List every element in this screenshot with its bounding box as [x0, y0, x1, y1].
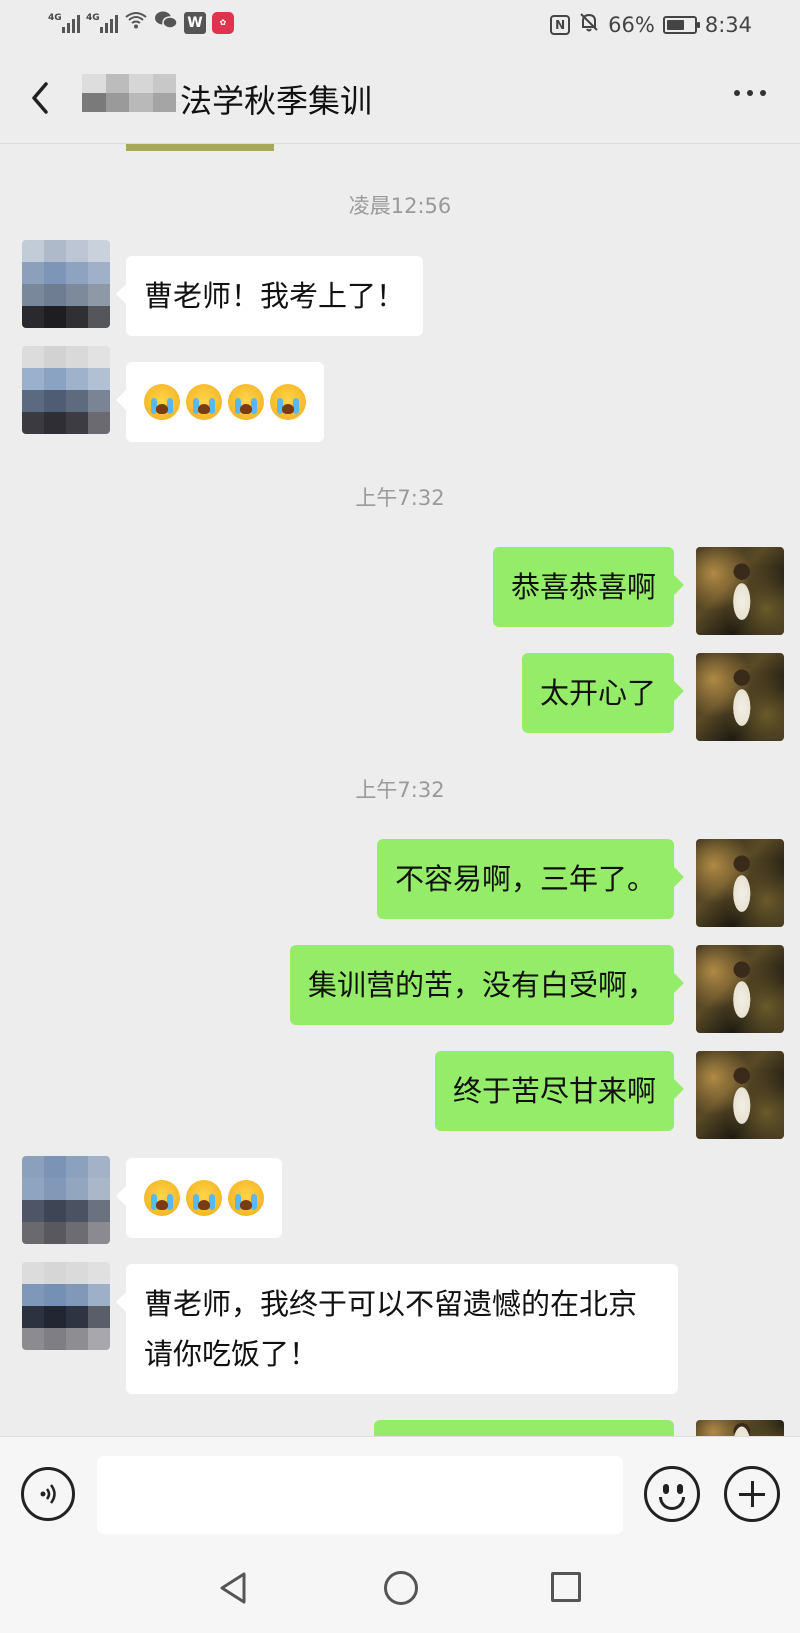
message-text: 曹老师！我考上了！	[144, 279, 406, 313]
clock: 8:34	[704, 12, 752, 37]
message-bubble-incoming[interactable]: 曹老师，我终于可以不留遗憾的在北京请你吃饭了！	[116, 1264, 678, 1394]
timestamp: 上午7:32	[355, 486, 445, 510]
avatar[interactable]	[696, 1420, 784, 1436]
avatar[interactable]	[696, 547, 784, 635]
message-bubble-outgoing[interactable]	[374, 1420, 674, 1436]
avatar[interactable]	[22, 346, 110, 434]
crying-face-icon	[144, 384, 180, 420]
chat-header: 法学秋季集训	[0, 50, 800, 144]
message-row-outgoing: 太开心了	[0, 653, 800, 741]
huawei-icon: ✿	[212, 11, 234, 34]
message-row-outgoing: 恭喜恭喜啊	[0, 547, 800, 635]
message-row-outgoing: 集训营的苦，没有白受啊，	[0, 945, 800, 1033]
message-input[interactable]	[97, 1456, 623, 1534]
timestamp: 凌晨12:56	[348, 194, 452, 218]
message-row-outgoing-partial	[0, 1418, 800, 1436]
battery-percent: 66%	[608, 12, 655, 37]
crying-face-icon	[228, 384, 264, 420]
avatar[interactable]	[22, 1156, 110, 1244]
input-bar	[0, 1436, 800, 1542]
message-text: 不容易啊，三年了。	[394, 862, 656, 896]
message-text: 集训营的苦，没有白受啊，	[307, 968, 656, 1002]
message-bubble-outgoing[interactable]: 终于苦尽甘来啊	[434, 1051, 685, 1131]
wechat-icon	[154, 10, 178, 35]
message-text: 恭喜恭喜啊	[510, 570, 656, 604]
emoji-group	[144, 377, 306, 427]
blurred-title-prefix	[82, 74, 176, 112]
add-icon[interactable]	[724, 1466, 780, 1522]
crying-face-icon	[186, 384, 222, 420]
crying-face-icon	[228, 1180, 264, 1216]
message-bubble-incoming[interactable]	[116, 362, 324, 442]
message-row-outgoing: 不容易啊，三年了。	[0, 839, 800, 927]
message-bubble-outgoing[interactable]: 太开心了	[521, 653, 685, 733]
signal-icon: 4G	[48, 13, 80, 33]
message-bubble-outgoing[interactable]: 不容易啊，三年了。	[376, 839, 685, 919]
message-bubble-incoming[interactable]	[116, 1158, 282, 1238]
avatar[interactable]	[22, 240, 110, 328]
crying-face-icon	[270, 384, 306, 420]
avatar[interactable]	[696, 653, 784, 741]
message-bubble-outgoing[interactable]: 集训营的苦，没有白受啊，	[289, 945, 685, 1025]
nav-home-icon[interactable]	[384, 1571, 418, 1605]
avatar[interactable]	[22, 1262, 110, 1350]
chat-title: 法学秋季集训	[180, 82, 373, 120]
message-text: 曹老师，我终于可以不留遗憾的在北京请你吃饭了！	[144, 1287, 638, 1371]
voice-input-icon[interactable]	[21, 1467, 75, 1521]
status-left: 4G 4G W ✿	[48, 10, 234, 35]
avatar[interactable]	[696, 1051, 784, 1139]
crying-face-icon	[144, 1180, 180, 1216]
mute-bell-icon	[578, 11, 600, 38]
battery-level	[666, 19, 684, 30]
message-bubble-incoming[interactable]: 曹老师！我考上了！	[115, 256, 424, 336]
message-row-outgoing: 终于苦尽甘来啊	[0, 1051, 800, 1139]
crying-face-icon	[186, 1180, 222, 1216]
timestamp: 上午7:32	[355, 778, 445, 802]
emoji-icon[interactable]	[644, 1466, 700, 1522]
battery-icon	[662, 15, 700, 34]
header-accent-strip	[126, 144, 274, 151]
avatar[interactable]	[696, 945, 784, 1033]
system-nav-bar	[0, 1542, 800, 1633]
message-text: 终于苦尽甘来啊	[452, 1074, 656, 1108]
back-arrow-icon[interactable]	[26, 78, 56, 118]
message-text: 太开心了	[539, 676, 656, 710]
wifi-icon	[124, 11, 148, 34]
message-row-incoming: 曹老师！我考上了！	[0, 240, 800, 336]
more-options-icon[interactable]	[734, 90, 766, 96]
nav-back-icon[interactable]	[218, 1571, 248, 1609]
message-bubble-outgoing[interactable]: 恭喜恭喜啊	[492, 547, 685, 627]
nfc-icon: N	[550, 14, 571, 35]
status-right: N 66% 8:34	[550, 11, 752, 38]
message-row-incoming	[0, 1156, 800, 1246]
wps-icon: W	[184, 11, 206, 34]
message-row-incoming	[0, 346, 800, 442]
avatar[interactable]	[696, 839, 784, 927]
nav-recent-apps-icon[interactable]	[551, 1572, 581, 1602]
emoji-group	[144, 1173, 264, 1223]
message-row-incoming: 曹老师，我终于可以不留遗憾的在北京请你吃饭了！	[0, 1262, 800, 1402]
status-bar: 4G 4G W ✿ N 66% 8:34	[0, 0, 800, 50]
signal-icon-2: 4G	[86, 13, 118, 33]
